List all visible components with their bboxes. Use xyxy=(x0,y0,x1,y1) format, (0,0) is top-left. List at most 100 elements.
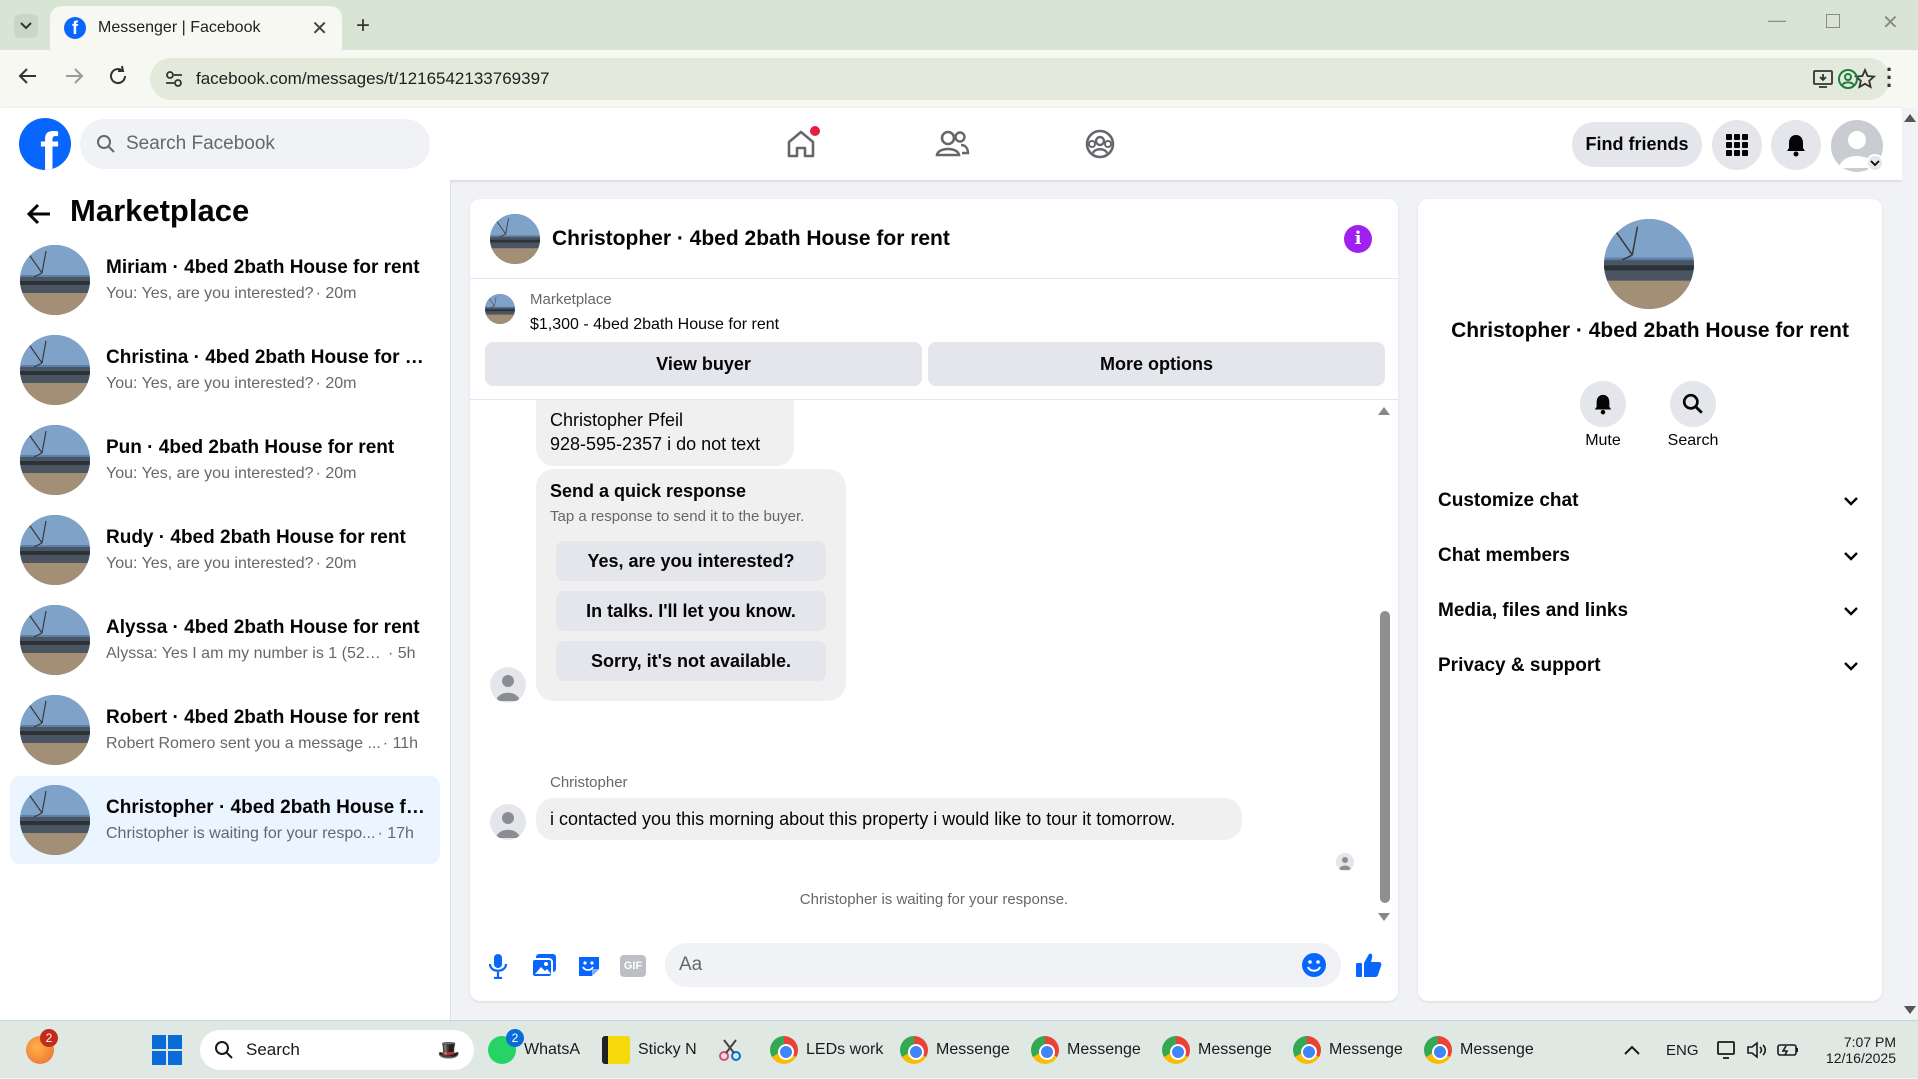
quick-response-yes-button[interactable]: Yes, are you interested? xyxy=(556,541,826,581)
groups-icon[interactable] xyxy=(1076,120,1124,168)
taskbar-app-messenger-4[interactable]: Messenge xyxy=(1293,1021,1403,1079)
profile-icon[interactable] xyxy=(1837,68,1859,90)
details-avatar[interactable] xyxy=(1604,219,1694,309)
message-bubble: i contacted you this morning about this … xyxy=(536,798,1242,840)
photo-icon[interactable] xyxy=(531,953,557,979)
chat-members-section[interactable]: Chat members xyxy=(1438,536,1858,576)
sender-avatar[interactable] xyxy=(490,667,526,703)
forward-icon[interactable] xyxy=(62,64,86,88)
site-info-icon[interactable] xyxy=(164,69,184,89)
chat-title[interactable]: Christopher · 4bed 2bath House for rent xyxy=(552,227,950,251)
taskbar-app-whatsapp[interactable]: WhatsA 2 xyxy=(488,1021,580,1079)
conversation-item[interactable]: Christopher · 4bed 2bath House fo... Chri… xyxy=(10,776,440,864)
scroll-up-arrow[interactable] xyxy=(1378,407,1390,415)
conversation-item[interactable]: Pun · 4bed 2bath House for rent You: Yes,… xyxy=(10,416,440,504)
conversation-avatar xyxy=(20,335,90,405)
listing-card: Marketplace $1,300 - 4bed 2bath House fo… xyxy=(470,280,1398,400)
snipping-tool-icon[interactable] xyxy=(716,1021,744,1079)
conversation-item[interactable]: Rudy · 4bed 2bath House for rent You: Yes… xyxy=(10,506,440,594)
section-label: Customize chat xyxy=(1438,490,1579,511)
windows-start-icon[interactable] xyxy=(152,1021,182,1079)
conversation-preview: You: Yes, are you interested? xyxy=(106,555,314,572)
find-friends-button[interactable]: Find friends xyxy=(1572,122,1702,167)
quick-response-in-talks-button[interactable]: In talks. I'll let you know. xyxy=(556,591,826,631)
back-arrow-icon[interactable] xyxy=(26,202,52,226)
gif-icon[interactable]: GIF xyxy=(620,955,646,977)
conversation-name: Alyssa · 4bed 2bath House for rent xyxy=(106,617,420,638)
browser-tab[interactable]: f Messenger | Facebook ✕ xyxy=(50,6,342,50)
reload-icon[interactable] xyxy=(106,64,130,88)
facebook-logo[interactable]: f xyxy=(19,118,71,170)
taskbar-search[interactable]: Search 🎩 xyxy=(200,1030,474,1070)
conversation-preview: Robert Romero sent you a message ... xyxy=(106,735,381,752)
mute-bell-icon[interactable] xyxy=(1580,381,1626,427)
like-thumb-icon[interactable] xyxy=(1355,951,1383,979)
scroll-down-arrow[interactable] xyxy=(1378,913,1390,921)
taskbar-app-chrome-leds[interactable]: LEDs work xyxy=(770,1021,883,1079)
show-hidden-icons-chevron-icon[interactable] xyxy=(1624,1021,1640,1079)
taskbar-app-messenger-5[interactable]: Messenge xyxy=(1424,1021,1534,1079)
restore-icon[interactable] xyxy=(1826,14,1840,28)
conversation-item[interactable]: Robert · 4bed 2bath House for rent Robert… xyxy=(10,686,440,774)
browser-tab-strip: f Messenger | Facebook ✕ + — ✕ xyxy=(0,0,1918,50)
conversation-name: Robert · 4bed 2bath House for rent xyxy=(106,707,420,728)
taskbar-app-label: Messenge xyxy=(1198,1041,1272,1058)
conversation-time: · 20m xyxy=(315,285,357,302)
message-input[interactable]: Aa xyxy=(665,943,1341,987)
taskbar-app-messenger-1[interactable]: Messenge xyxy=(900,1021,1010,1079)
quick-response-card: Send a quick response Tap a response to … xyxy=(536,469,846,701)
conversation-item[interactable]: Christina · 4bed 2bath House for r... You… xyxy=(10,326,440,414)
search-label[interactable]: Search xyxy=(1643,432,1743,450)
chrome-menu-icon[interactable]: · · · xyxy=(1886,59,1893,97)
tab-search-icon[interactable] xyxy=(14,14,38,38)
conversation-item[interactable]: Alyssa · 4bed 2bath House for rent Alyssa… xyxy=(10,596,440,684)
more-options-button[interactable]: More options xyxy=(928,342,1385,386)
customize-chat-section[interactable]: Customize chat xyxy=(1438,481,1858,521)
conversation-preview: You: Yes, are you interested? xyxy=(106,375,314,392)
system-tray[interactable] xyxy=(1716,1021,1800,1079)
home-icon[interactable] xyxy=(777,120,825,168)
media-files-links-section[interactable]: Media, files and links xyxy=(1438,591,1858,631)
emoji-icon[interactable] xyxy=(1301,952,1327,978)
input-language[interactable]: ENG xyxy=(1666,1021,1699,1079)
minimize-icon[interactable]: — xyxy=(1768,10,1786,31)
sender-avatar[interactable] xyxy=(490,804,526,840)
page-scrollbar[interactable] xyxy=(1902,108,1918,1020)
chat-avatar[interactable] xyxy=(490,214,540,264)
close-tab-icon[interactable]: ✕ xyxy=(311,16,328,41)
view-buyer-button[interactable]: View buyer xyxy=(485,342,922,386)
back-icon[interactable] xyxy=(16,64,40,88)
sticker-icon[interactable] xyxy=(576,953,602,979)
chevron-down-icon xyxy=(1844,496,1858,506)
new-tab-icon[interactable]: + xyxy=(356,12,370,40)
window-close-icon[interactable]: ✕ xyxy=(1882,10,1899,35)
quick-response-not-available-button[interactable]: Sorry, it's not available. xyxy=(556,641,826,681)
friends-icon[interactable] xyxy=(928,120,976,168)
weather-widget[interactable]: 2 xyxy=(26,1021,62,1079)
install-app-icon[interactable] xyxy=(1812,68,1834,90)
account-chevron-icon[interactable] xyxy=(1866,154,1884,172)
notification-badge: 2 xyxy=(40,1029,58,1047)
clock[interactable]: 7:07 PM 12/16/2025 xyxy=(1812,1021,1896,1079)
facebook-search-input[interactable]: Search Facebook xyxy=(80,119,430,169)
info-icon[interactable]: i xyxy=(1344,225,1372,253)
address-bar[interactable]: facebook.com/messages/t/1216542133769397 xyxy=(150,58,1890,100)
taskbar-app-messenger-3[interactable]: Messenge xyxy=(1162,1021,1272,1079)
privacy-support-section[interactable]: Privacy & support xyxy=(1438,646,1858,686)
mute-label[interactable]: Mute xyxy=(1553,432,1653,450)
microphone-icon[interactable] xyxy=(488,953,508,979)
conversation-name: Pun · 4bed 2bath House for rent xyxy=(106,437,395,458)
chat-panel: Christopher · 4bed 2bath House for rent … xyxy=(470,199,1398,1001)
facebook-favicon: f xyxy=(64,17,86,39)
menu-grid-icon[interactable] xyxy=(1712,120,1762,170)
taskbar-app-sticky-notes[interactable]: Sticky N xyxy=(602,1021,697,1079)
page-scroll-down-arrow[interactable] xyxy=(1904,1006,1916,1014)
search-highlight-icon: 🎩 xyxy=(437,1039,460,1060)
bell-icon[interactable] xyxy=(1771,120,1821,170)
taskbar-app-messenger-2[interactable]: Messenge xyxy=(1031,1021,1141,1079)
conversation-name: Miriam · 4bed 2bath House for rent xyxy=(106,257,420,278)
conversation-item[interactable]: Miriam · 4bed 2bath House for rent You: Y… xyxy=(10,236,440,324)
search-icon[interactable] xyxy=(1670,381,1716,427)
chat-scrollbar-thumb[interactable] xyxy=(1380,611,1390,903)
taskbar-app-label: LEDs work xyxy=(806,1041,884,1058)
